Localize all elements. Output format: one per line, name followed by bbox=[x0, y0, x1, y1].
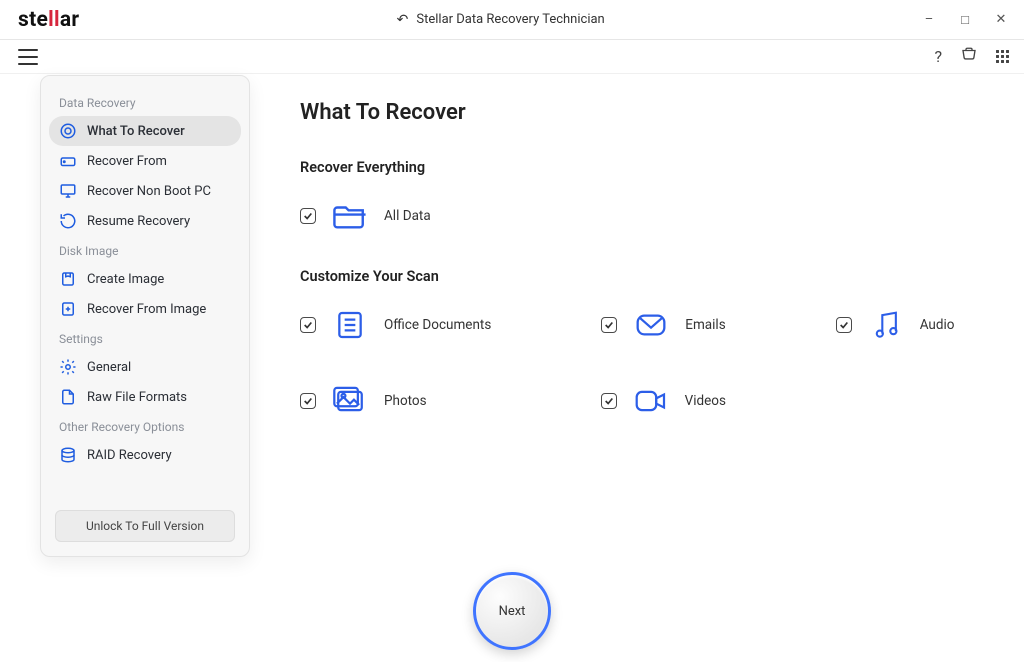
window-controls: – □ ✕ bbox=[922, 12, 1008, 28]
section-customize-scan: Customize Your Scan bbox=[300, 268, 994, 285]
sidebar-group-settings: Settings bbox=[49, 324, 241, 352]
audio-icon bbox=[868, 307, 904, 343]
help-icon[interactable]: ? bbox=[934, 47, 942, 66]
checkbox-photos[interactable] bbox=[300, 393, 316, 409]
option-label: Photos bbox=[384, 393, 427, 409]
sidebar-item-label: General bbox=[87, 360, 131, 375]
resume-icon bbox=[59, 212, 77, 230]
sidebar-item-what-to-recover[interactable]: What To Recover bbox=[49, 116, 241, 146]
recover-image-icon bbox=[59, 300, 77, 318]
sidebar-item-label: Recover Non Boot PC bbox=[87, 184, 211, 199]
sidebar-item-recover-from[interactable]: Recover From bbox=[49, 146, 241, 176]
option-label: All Data bbox=[384, 208, 431, 224]
option-emails[interactable]: Emails bbox=[601, 307, 725, 343]
sidebar-item-recover-non-boot[interactable]: Recover Non Boot PC bbox=[49, 176, 241, 206]
sidebar: Data Recovery What To Recover Recover Fr… bbox=[40, 75, 250, 557]
database-icon bbox=[59, 446, 77, 464]
maximize-button[interactable]: □ bbox=[958, 12, 972, 28]
sidebar-item-raid-recovery[interactable]: RAID Recovery bbox=[49, 440, 241, 470]
sidebar-group-data-recovery: Data Recovery bbox=[49, 88, 241, 116]
app-title-wrap: ↶ Stellar Data Recovery Technician bbox=[79, 12, 922, 28]
app-logo: stellar bbox=[18, 8, 79, 32]
email-icon bbox=[633, 307, 669, 343]
sidebar-item-recover-from-image[interactable]: Recover From Image bbox=[49, 294, 241, 324]
menu-icon[interactable] bbox=[18, 49, 38, 65]
photos-icon bbox=[332, 383, 368, 419]
checkbox-videos[interactable] bbox=[601, 393, 617, 409]
option-label: Emails bbox=[685, 317, 725, 333]
option-office-documents[interactable]: Office Documents bbox=[300, 307, 491, 343]
minimize-button[interactable]: – bbox=[922, 12, 936, 27]
sidebar-item-create-image[interactable]: Create Image bbox=[49, 264, 241, 294]
sidebar-item-label: Raw File Formats bbox=[87, 390, 187, 405]
sidebar-item-general[interactable]: General bbox=[49, 352, 241, 382]
section-recover-everything: Recover Everything bbox=[300, 159, 994, 176]
option-label: Office Documents bbox=[384, 317, 491, 333]
next-label: Next bbox=[499, 604, 526, 619]
sidebar-item-label: What To Recover bbox=[87, 124, 185, 139]
sidebar-item-raw-file-formats[interactable]: Raw File Formats bbox=[49, 382, 241, 412]
disk-image-icon bbox=[59, 270, 77, 288]
sidebar-item-label: Resume Recovery bbox=[87, 214, 190, 229]
unlock-label: Unlock To Full Version bbox=[86, 519, 204, 533]
main-content: What To Recover Recover Everything All D… bbox=[300, 100, 994, 419]
sidebar-group-disk-image: Disk Image bbox=[49, 236, 241, 264]
option-photos[interactable]: Photos bbox=[300, 383, 427, 419]
target-icon bbox=[59, 122, 77, 140]
video-icon bbox=[633, 383, 669, 419]
checkbox-all-data[interactable] bbox=[300, 208, 316, 224]
option-audio[interactable]: Audio bbox=[836, 307, 955, 343]
drive-icon bbox=[59, 152, 77, 170]
sidebar-item-label: RAID Recovery bbox=[87, 448, 172, 463]
checkbox-office[interactable] bbox=[300, 317, 316, 333]
option-videos[interactable]: Videos bbox=[601, 383, 726, 419]
sidebar-item-label: Recover From bbox=[87, 154, 167, 169]
close-button[interactable]: ✕ bbox=[994, 12, 1008, 27]
option-label: Audio bbox=[920, 317, 955, 333]
title-bar: stellar ↶ Stellar Data Recovery Technici… bbox=[0, 0, 1024, 40]
file-icon bbox=[59, 388, 77, 406]
gear-icon bbox=[59, 358, 77, 376]
sidebar-item-label: Create Image bbox=[87, 272, 164, 287]
next-button[interactable]: Next bbox=[473, 572, 551, 650]
sidebar-item-resume-recovery[interactable]: Resume Recovery bbox=[49, 206, 241, 236]
option-all-data[interactable]: All Data bbox=[300, 198, 431, 234]
unlock-button[interactable]: Unlock To Full Version bbox=[55, 510, 235, 542]
sidebar-group-other-recovery: Other Recovery Options bbox=[49, 412, 241, 440]
document-icon bbox=[332, 307, 368, 343]
folder-icon bbox=[332, 198, 368, 234]
checkbox-emails[interactable] bbox=[601, 317, 617, 333]
undo-icon[interactable]: ↶ bbox=[397, 12, 409, 28]
cart-icon[interactable] bbox=[960, 46, 978, 68]
toolbar: ? bbox=[0, 40, 1024, 74]
option-label: Videos bbox=[685, 393, 726, 409]
checkbox-audio[interactable] bbox=[836, 317, 852, 333]
monitor-icon bbox=[59, 182, 77, 200]
page-title: What To Recover bbox=[300, 100, 994, 125]
apps-grid-icon[interactable] bbox=[996, 50, 1010, 64]
sidebar-item-label: Recover From Image bbox=[87, 302, 206, 317]
app-title: Stellar Data Recovery Technician bbox=[416, 12, 604, 27]
